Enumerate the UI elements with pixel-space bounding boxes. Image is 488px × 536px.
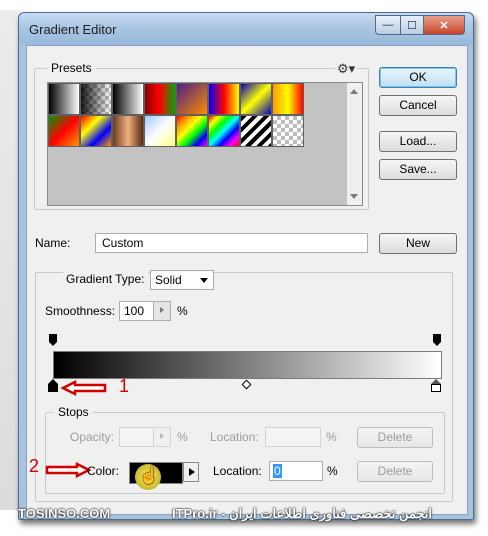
minimize-button[interactable]: —: [375, 15, 401, 35]
color-menu-button[interactable]: [183, 462, 199, 482]
preset-swatch[interactable]: [272, 115, 304, 147]
preset-swatch[interactable]: [176, 115, 208, 147]
preset-swatch[interactable]: [176, 83, 208, 115]
screen-photo: Gradient Editor — ☐ ✕ Presets ⚙▾ OK Canc…: [0, 0, 488, 536]
load-button[interactable]: Load...: [379, 131, 457, 152]
smoothness-unit: %: [177, 304, 188, 318]
cancel-button[interactable]: Cancel: [379, 95, 457, 116]
annotation-arrow-2: [45, 462, 91, 478]
triangle-right-icon: [189, 468, 195, 476]
gradient-type-value: Solid: [155, 273, 182, 287]
presets-group: Presets ⚙▾: [34, 61, 369, 210]
gear-icon[interactable]: ⚙▾: [335, 61, 358, 77]
presets-grid[interactable]: [47, 82, 349, 206]
window-controls: — ☐ ✕: [375, 15, 465, 35]
opacity-stop-right[interactable]: [433, 334, 441, 346]
opacity-input[interactable]: [119, 427, 171, 447]
opacity-slider-button[interactable]: [153, 428, 170, 446]
stops-label: Stops: [54, 405, 93, 419]
color-location-unit: %: [327, 464, 338, 478]
color-stop-right[interactable]: [431, 379, 441, 392]
opacity-location-label: Location:: [210, 430, 259, 444]
gradient-editor-window: Gradient Editor — ☐ ✕ Presets ⚙▾ OK Canc…: [18, 12, 474, 520]
annotation-number-2: 2: [29, 456, 40, 476]
preset-swatch[interactable]: [112, 83, 144, 115]
save-button[interactable]: Save...: [379, 159, 457, 180]
watermark-left: TOSINSO.COM: [18, 506, 111, 521]
color-location-label: Location:: [213, 464, 262, 478]
preset-swatch[interactable]: [240, 115, 272, 147]
preset-swatch[interactable]: [144, 83, 176, 115]
smoothness-value: 100: [124, 304, 145, 318]
smoothness-input[interactable]: 100: [119, 301, 171, 321]
opacity-stop-square: [433, 334, 441, 342]
window-title: Gradient Editor: [29, 22, 117, 37]
title-bar[interactable]: Gradient Editor — ☐ ✕: [19, 13, 473, 45]
annotation-arrow-1: [61, 380, 107, 396]
opacity-location-unit: %: [326, 430, 337, 444]
color-location-value: 0: [273, 464, 282, 478]
preset-swatch[interactable]: [80, 115, 112, 147]
color-stop-swatch: [48, 384, 58, 392]
preset-swatch[interactable]: [80, 83, 112, 115]
triangle-right-icon: [160, 433, 164, 439]
maximize-button[interactable]: ☐: [401, 15, 424, 35]
ok-button[interactable]: OK: [379, 67, 457, 88]
presets-scrollbar[interactable]: [347, 82, 363, 206]
preset-swatch[interactable]: [240, 83, 272, 115]
dialog-body: Presets ⚙▾ OK Cancel Load... Save... Nam…: [26, 45, 468, 515]
watermark-right: ITPro.ir - انجمن تخصصی فناوری اطلاعات ای…: [172, 506, 432, 521]
presets-label: Presets: [47, 61, 96, 75]
smoothness-label: Smoothness:: [45, 304, 116, 318]
preset-swatch[interactable]: [48, 83, 80, 115]
opacity-stop-point: [433, 342, 441, 346]
gradient-bar[interactable]: [53, 351, 442, 379]
preset-swatch[interactable]: [208, 83, 240, 115]
color-location-input[interactable]: 0: [269, 461, 323, 481]
name-label: Name:: [35, 236, 71, 250]
preset-swatch[interactable]: [208, 115, 240, 147]
gradient-type-select[interactable]: Solid: [150, 270, 214, 290]
new-button[interactable]: New: [379, 233, 457, 254]
preset-swatch[interactable]: [272, 83, 304, 115]
preset-swatch[interactable]: [48, 115, 80, 147]
color-delete-button[interactable]: Delete: [357, 461, 433, 482]
background-window-edge: [0, 10, 20, 510]
close-button[interactable]: ✕: [424, 15, 465, 35]
opacity-unit: %: [177, 430, 188, 444]
opacity-delete-button[interactable]: Delete: [357, 427, 433, 448]
hand-cursor-icon: ☝: [139, 468, 159, 485]
smoothness-slider-button[interactable]: [153, 302, 170, 320]
name-input[interactable]: Custom: [95, 233, 368, 253]
scroll-down-arrow-icon[interactable]: [350, 194, 358, 199]
gradient-type-label: Gradient Type:: [63, 272, 148, 286]
preset-swatch[interactable]: [144, 115, 176, 147]
color-stop-left[interactable]: [48, 379, 58, 392]
opacity-label: Opacity:: [70, 430, 115, 444]
opacity-location-input[interactable]: [265, 427, 321, 447]
preset-swatch[interactable]: [112, 115, 144, 147]
opacity-stop-point: [49, 342, 57, 346]
color-label: Color:: [87, 464, 120, 478]
opacity-stop-square: [49, 334, 57, 342]
annotation-number-1: 1: [119, 376, 130, 396]
opacity-stop-left[interactable]: [49, 334, 57, 346]
scroll-up-arrow-icon[interactable]: [350, 89, 358, 94]
triangle-right-icon: [160, 307, 164, 313]
color-stop-swatch: [431, 384, 441, 392]
chevron-down-icon: [200, 278, 208, 283]
